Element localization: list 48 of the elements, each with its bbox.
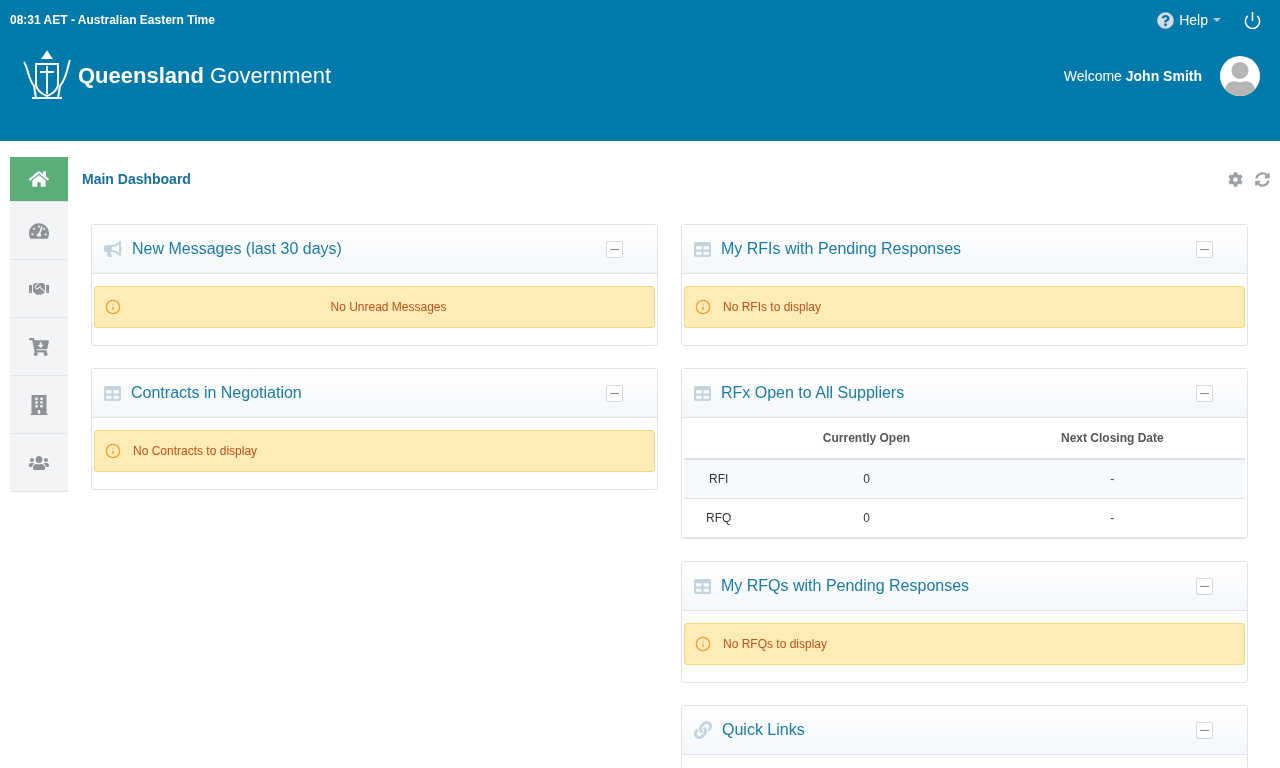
table-cell: - — [979, 459, 1245, 499]
megaphone-icon — [104, 240, 122, 258]
table-icon — [694, 384, 711, 402]
collapse-button[interactable] — [1196, 384, 1213, 402]
cart-icon — [29, 336, 49, 357]
table-icon — [694, 577, 711, 595]
widget-title: New Messages (last 30 days) — [132, 240, 343, 258]
collapse-button[interactable] — [606, 240, 623, 258]
collapse-button[interactable] — [606, 384, 623, 402]
link-icon — [694, 721, 712, 739]
widget-title: Contracts in Negotiation — [131, 384, 303, 402]
help-menu[interactable]: Help — [1157, 11, 1221, 29]
table-cell: 0 — [753, 459, 980, 499]
crest-logo — [20, 50, 74, 102]
home-icon — [29, 169, 49, 189]
info-icon — [695, 636, 711, 652]
collapse-button[interactable] — [1196, 721, 1213, 739]
table-cell: - — [979, 498, 1245, 538]
settings-icon[interactable] — [1228, 171, 1243, 187]
widget-title: Quick Links — [722, 721, 806, 739]
info-icon — [105, 299, 121, 315]
collapse-button[interactable] — [1196, 577, 1213, 595]
avatar[interactable] — [1220, 56, 1260, 96]
help-icon — [1157, 11, 1175, 29]
refresh-icon[interactable] — [1255, 171, 1270, 187]
power-icon[interactable] — [1243, 10, 1262, 30]
table-icon — [104, 384, 121, 402]
widget-title: My RFIs with Pending Responses — [721, 240, 963, 258]
alert-message: No RFQs to display — [684, 623, 1245, 665]
table-cell: RFI — [684, 459, 754, 499]
alert-message: No Unread Messages — [94, 286, 655, 328]
alert-message: No RFIs to display — [684, 286, 1245, 328]
widget-title: My RFQs with Pending Responses — [721, 577, 971, 595]
brand-name: Queensland Government — [78, 63, 332, 89]
collapse-button[interactable] — [1196, 240, 1213, 258]
table-cell: 0 — [753, 498, 980, 538]
time-label: 08:31 AET - Australian Eastern Time — [10, 13, 215, 27]
building-icon — [29, 394, 49, 415]
table-icon — [694, 240, 711, 258]
sidebar-item[interactable] — [10, 157, 68, 202]
page-title: Main Dashboard — [82, 171, 191, 187]
info-icon — [695, 299, 711, 315]
widget-title: RFx Open to All Suppliers — [721, 384, 906, 402]
gauge-icon — [29, 220, 49, 241]
alert-message: No Contracts to display — [94, 430, 655, 472]
table-cell: RFQ — [684, 498, 754, 538]
welcome-text: Welcome John Smith — [1063, 68, 1202, 84]
info-icon — [105, 443, 121, 459]
